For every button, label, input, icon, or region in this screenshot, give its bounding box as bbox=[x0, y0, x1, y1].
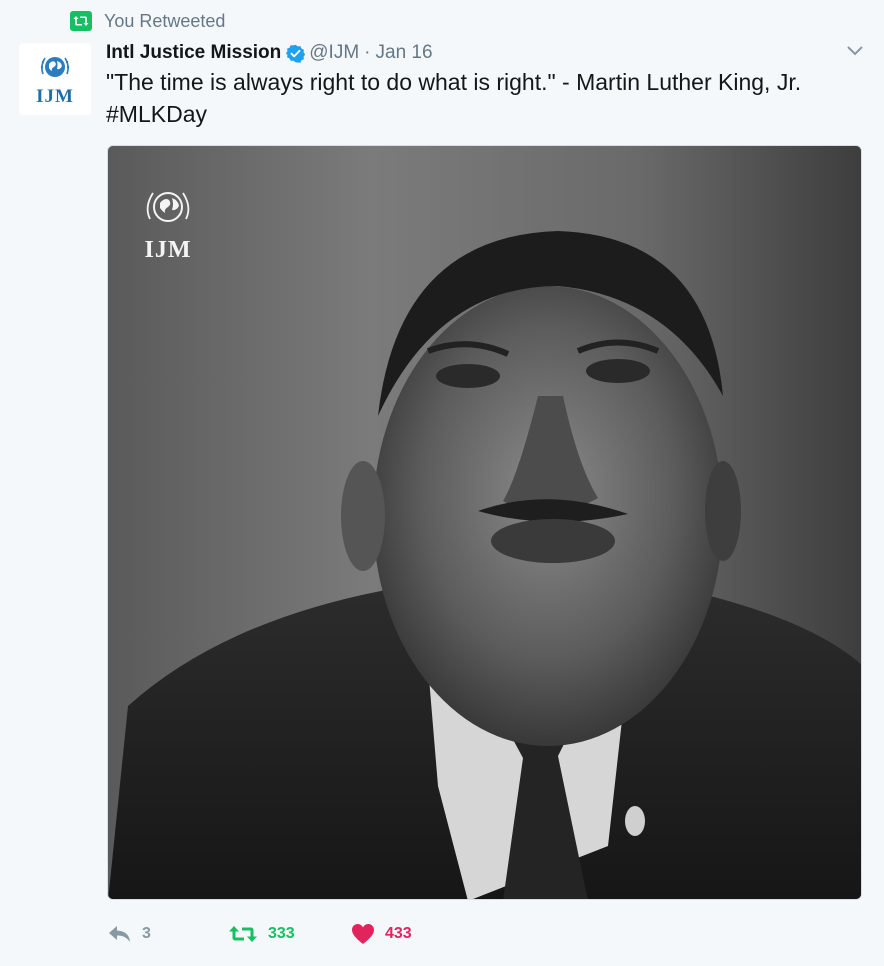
tweet-actions: 3 333 433 bbox=[108, 920, 412, 948]
reply-icon bbox=[109, 926, 130, 942]
retweet-icon bbox=[229, 926, 257, 942]
author-handle[interactable]: @IJM bbox=[309, 42, 359, 64]
tweet-photo[interactable]: IJM bbox=[107, 145, 862, 900]
globe-logo-icon bbox=[40, 57, 70, 77]
photo-portrait bbox=[108, 146, 861, 899]
reply-button[interactable]: 3 bbox=[108, 925, 228, 943]
retweet-context: You Retweeted bbox=[70, 10, 225, 32]
tweet-header: Intl Justice Mission @IJM · Jan 16 bbox=[106, 40, 864, 66]
verified-badge-icon bbox=[286, 44, 306, 63]
tweet-date[interactable]: Jan 16 bbox=[376, 42, 433, 64]
avatar-logo-text: IJM bbox=[36, 86, 74, 107]
tweet-card[interactable]: You Retweeted IJM Intl Justice Mission @… bbox=[0, 0, 884, 966]
watermark-text: IJM bbox=[144, 237, 192, 263]
like-count: 433 bbox=[385, 925, 412, 942]
reply-count: 3 bbox=[142, 925, 151, 942]
heart-icon bbox=[352, 924, 374, 944]
watermark-globe-icon bbox=[146, 192, 190, 222]
retweet-context-icon bbox=[70, 11, 92, 31]
hashtag-link[interactable]: #MLKDay bbox=[106, 101, 207, 127]
chevron-down-icon[interactable] bbox=[846, 42, 864, 60]
author-name[interactable]: Intl Justice Mission bbox=[106, 42, 281, 64]
tweet-text: "The time is always right to do what is … bbox=[106, 66, 846, 130]
like-button[interactable]: 433 bbox=[351, 923, 412, 945]
watermark-logo: IJM bbox=[138, 181, 198, 264]
retweet-count: 333 bbox=[268, 925, 295, 942]
avatar[interactable]: IJM bbox=[19, 43, 91, 115]
retweet-button[interactable]: 333 bbox=[228, 925, 351, 943]
tweet-body: "The time is always right to do what is … bbox=[106, 69, 802, 95]
meta-separator: · bbox=[364, 42, 371, 63]
retweet-context-label: You Retweeted bbox=[104, 10, 226, 31]
